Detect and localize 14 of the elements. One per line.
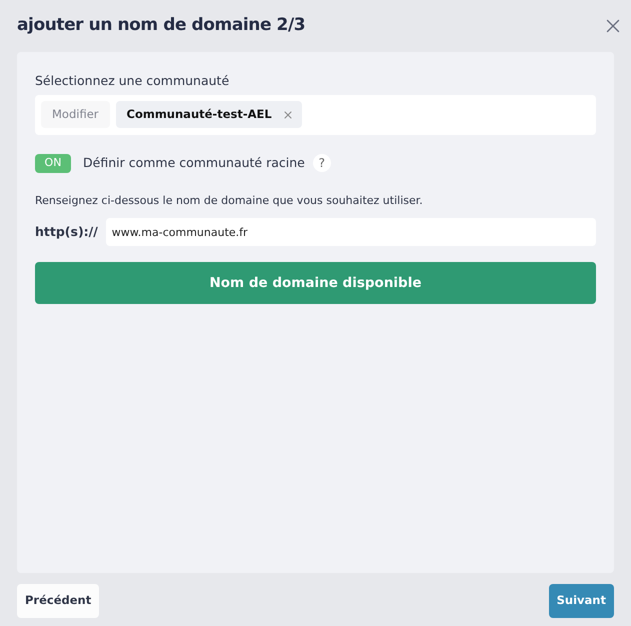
next-button[interactable]: Suivant	[548, 584, 614, 618]
dialog-title: ajouter un nom de domaine 2/3	[17, 14, 306, 38]
availability-button[interactable]: Nom de domaine disponible	[35, 262, 596, 304]
instruction-text: Renseignez ci-dessous le nom de domaine que vous souhaitez utiliser.	[35, 192, 424, 209]
url-prefix: http(s)://	[35, 222, 98, 241]
remove-icon[interactable]	[282, 108, 294, 121]
community-select[interactable]: Modifier Communauté-test-AEL	[35, 94, 596, 135]
previous-button[interactable]: Précédent	[17, 584, 100, 618]
toggle-label: Définir comme communauté racine	[83, 154, 305, 172]
tag-label: Communauté-test-AEL	[126, 106, 272, 124]
field-label: Sélectionnez une communauté	[35, 72, 230, 90]
domain-input[interactable]: www.ma-communaute.fr	[106, 218, 596, 246]
help-icon[interactable]: ?	[312, 154, 331, 172]
modify-button[interactable]: Modifier	[41, 101, 110, 128]
